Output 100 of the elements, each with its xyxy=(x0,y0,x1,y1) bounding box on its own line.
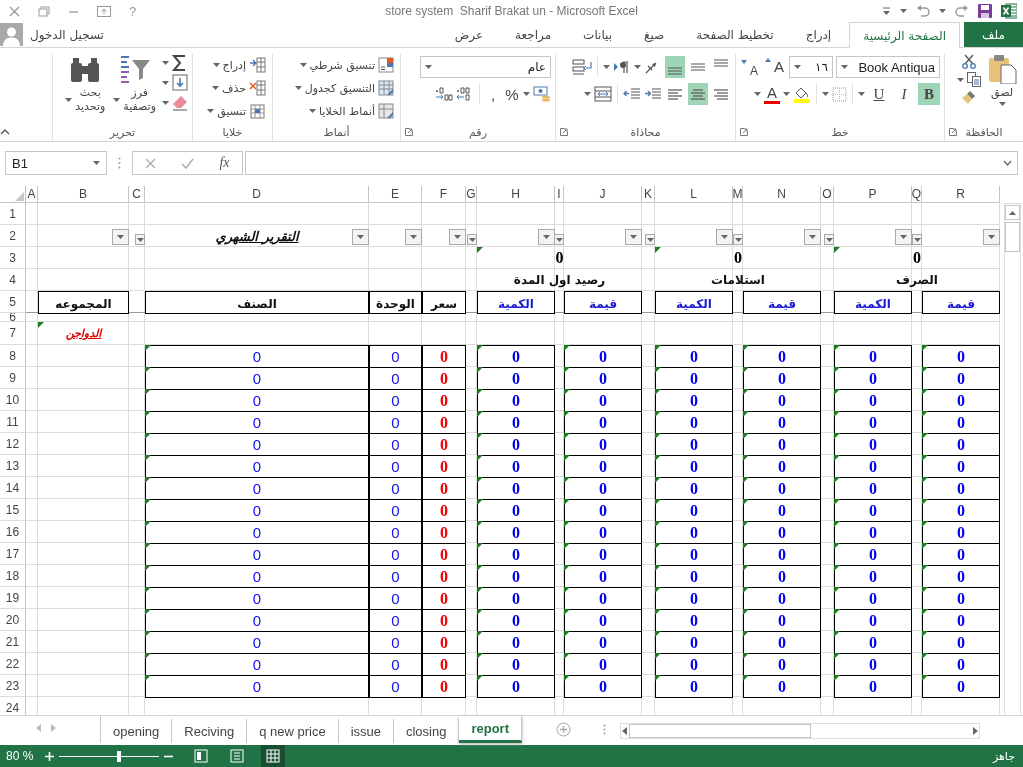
wrap-text-icon[interactable] xyxy=(572,58,592,76)
sheet-tab[interactable]: Reciving xyxy=(172,719,248,743)
caret-icon[interactable] xyxy=(93,161,100,165)
column-header[interactable]: F xyxy=(422,186,466,203)
ribbon-tab[interactable]: صيغ xyxy=(630,22,679,47)
column-header[interactable]: M xyxy=(733,186,743,203)
cell-styles-button[interactable]: أنماط الخلايا xyxy=(307,100,396,122)
name-box[interactable]: B1 xyxy=(5,151,107,175)
row-header[interactable]: 21 xyxy=(0,631,26,653)
row-header[interactable]: 5 xyxy=(0,291,26,313)
caret-icon[interactable] xyxy=(425,65,432,69)
caret-icon[interactable] xyxy=(634,65,641,69)
row-header[interactable]: 11 xyxy=(0,411,26,433)
row-header[interactable]: 9 xyxy=(0,367,26,389)
plus-icon[interactable] xyxy=(45,751,55,761)
fill-color-icon[interactable] xyxy=(793,85,811,103)
column-header[interactable]: C xyxy=(129,186,145,203)
collapse-icon[interactable] xyxy=(0,129,10,135)
dots-icon[interactable] xyxy=(118,157,121,169)
ribbon-tab[interactable]: مراجعة xyxy=(501,22,566,47)
row-header[interactable]: 8 xyxy=(0,345,26,367)
vertical-scrollbar[interactable] xyxy=(1004,203,1021,715)
filter-button[interactable] xyxy=(538,229,555,245)
up-arrow-icon[interactable] xyxy=(1009,210,1016,215)
file-tab[interactable]: ملف xyxy=(964,22,1023,47)
check-icon[interactable] xyxy=(181,157,195,169)
save-icon[interactable] xyxy=(978,4,992,18)
column-header[interactable]: A xyxy=(26,186,38,203)
filter-button[interactable] xyxy=(352,229,369,245)
conditional-formatting-button[interactable]: تنسيق شرطي xyxy=(297,54,396,76)
view-button[interactable] xyxy=(261,745,286,767)
row-header[interactable]: 13 xyxy=(0,455,26,477)
filter-button[interactable] xyxy=(625,229,642,245)
delete-cells-button[interactable]: حذف xyxy=(210,77,268,99)
filter-button[interactable] xyxy=(824,234,834,245)
row-header[interactable]: 1 xyxy=(0,203,26,225)
column-header[interactable]: K xyxy=(642,186,655,203)
outdent-icon[interactable] xyxy=(623,87,641,101)
merge-icon[interactable] xyxy=(594,86,612,102)
row-header[interactable]: 19 xyxy=(0,587,26,609)
increase-font-button[interactable]: A xyxy=(763,56,786,78)
row-header[interactable]: 18 xyxy=(0,565,26,587)
caret-icon[interactable] xyxy=(603,65,610,69)
ribbon-tab[interactable]: تخطيط الصفحة xyxy=(682,22,788,47)
bold-button[interactable]: B xyxy=(918,83,940,105)
sum-icon[interactable] xyxy=(172,54,188,71)
number-format-box[interactable]: عام xyxy=(420,56,551,78)
ribbon-display-icon[interactable] xyxy=(97,5,111,17)
expand-icon[interactable] xyxy=(1003,160,1012,166)
caret-icon[interactable] xyxy=(858,92,865,96)
dialog-launcher-icon[interactable] xyxy=(405,128,413,136)
indent-icon[interactable] xyxy=(644,87,662,101)
filter-button[interactable] xyxy=(983,229,1000,245)
sheet-tab[interactable]: closing xyxy=(394,719,460,743)
caret-icon[interactable] xyxy=(783,92,790,96)
spreadsheet-logo-icon[interactable] xyxy=(1001,3,1017,19)
dialog-launcher-icon[interactable] xyxy=(740,128,748,136)
column-header[interactable]: R xyxy=(922,186,1000,203)
caret-icon[interactable] xyxy=(794,65,801,69)
decrease-font-button[interactable]: A xyxy=(738,56,760,78)
clipboard-icon[interactable] xyxy=(987,54,1017,84)
caret-icon[interactable] xyxy=(162,60,169,65)
column-header[interactable]: D xyxy=(145,186,369,203)
caret-icon[interactable] xyxy=(584,92,591,96)
caret-icon[interactable] xyxy=(162,100,169,105)
row-header[interactable]: 16 xyxy=(0,521,26,543)
scissors-icon[interactable] xyxy=(962,54,976,69)
row-header[interactable]: 15 xyxy=(0,499,26,521)
filter-button[interactable] xyxy=(804,229,821,245)
filter-button[interactable] xyxy=(112,229,129,245)
percent-button[interactable]: % xyxy=(504,83,520,105)
dots-icon[interactable] xyxy=(603,724,606,735)
fill-down-icon[interactable] xyxy=(172,74,188,91)
italic-button[interactable]: I xyxy=(893,83,915,105)
sort-filter-button[interactable]: فرز وتصفية xyxy=(111,54,158,114)
paste-button[interactable]: لصق xyxy=(985,54,1019,106)
column-header[interactable]: Q xyxy=(912,186,922,203)
row-header[interactable]: 7 xyxy=(0,322,26,345)
row-header[interactable]: 24 xyxy=(0,697,26,715)
caret-icon[interactable] xyxy=(939,9,946,13)
font-color-button[interactable]: A xyxy=(764,84,780,104)
column-header[interactable]: G xyxy=(466,186,477,203)
caret-icon[interactable] xyxy=(957,77,964,82)
column-header[interactable]: J xyxy=(564,186,642,203)
row-header[interactable]: 20 xyxy=(0,609,26,631)
format-cells-button[interactable]: تنسيق xyxy=(205,100,268,122)
left-arrow-icon[interactable] xyxy=(622,727,627,735)
row-header[interactable]: 3 xyxy=(0,247,26,269)
ribbon-tab[interactable]: إدراج xyxy=(791,22,846,47)
scroll-thumb[interactable] xyxy=(1005,222,1020,252)
caret-icon[interactable] xyxy=(822,92,829,96)
font-name-box[interactable]: Book Antiqua xyxy=(836,56,940,78)
insert-cells-button[interactable]: إدراج xyxy=(210,54,268,76)
formula-field[interactable] xyxy=(245,151,1018,175)
sheet-tab[interactable]: issue xyxy=(338,719,394,743)
right-arrow-icon[interactable] xyxy=(973,727,978,735)
slider-thumb[interactable] xyxy=(117,750,122,762)
find-select-button[interactable]: بحث وتحديد xyxy=(63,54,108,114)
column-header[interactable]: N xyxy=(743,186,821,203)
sheet-tab[interactable]: q new price xyxy=(247,719,339,743)
